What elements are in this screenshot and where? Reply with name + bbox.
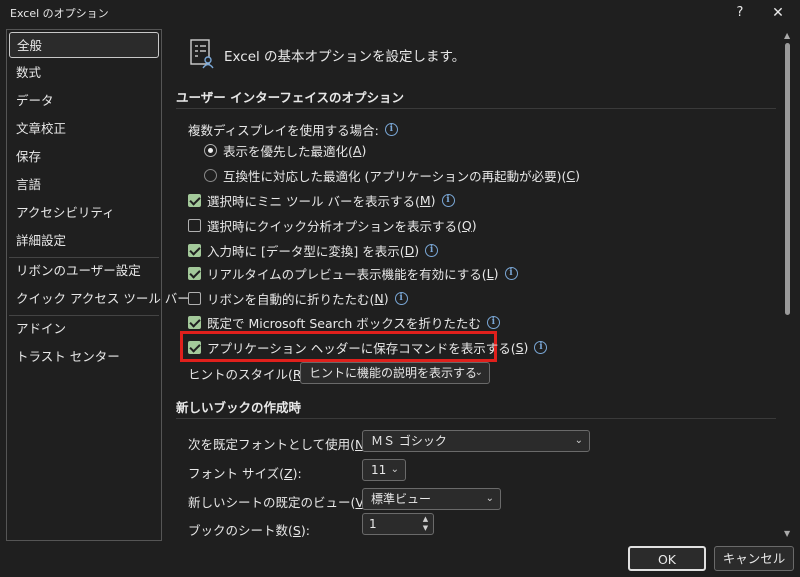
page-title: Excel の基本オプションを設定します。 bbox=[224, 49, 466, 65]
info-icon: i bbox=[441, 193, 455, 207]
checkbox-convert-data-type[interactable]: 入力時に [データ型に変換] を表示(D) i bbox=[188, 240, 439, 260]
sidebar-item-save[interactable]: 保存 bbox=[9, 144, 159, 170]
checkbox[interactable] bbox=[188, 193, 201, 207]
section-heading-new-book: 新しいブックの作成時 bbox=[176, 397, 776, 419]
scroll-down-icon[interactable]: ▼ bbox=[784, 529, 790, 538]
info-icon: i bbox=[425, 243, 439, 257]
ok-button[interactable]: OK bbox=[628, 546, 706, 571]
info-icon: i bbox=[394, 291, 408, 305]
cancel-button[interactable]: キャンセル bbox=[714, 546, 794, 571]
info-icon: i bbox=[384, 122, 398, 136]
sidebar-item-addins[interactable]: アドイン bbox=[9, 316, 159, 342]
section-heading-ui: ユーザー インターフェイスのオプション bbox=[176, 87, 776, 109]
sidebar-item-formulas[interactable]: 数式 bbox=[9, 60, 159, 86]
chevron-down-icon: ⌄ bbox=[574, 435, 583, 446]
chevron-down-icon: ⌄ bbox=[474, 367, 483, 378]
vertical-scrollbar[interactable]: ▲ ▼ bbox=[782, 29, 794, 541]
default-view-dropdown[interactable]: 標準ビュー ⌄ bbox=[362, 488, 501, 510]
checkbox-quick-analysis[interactable]: 選択時にクイック分析オプションを表示する(Q) bbox=[188, 215, 477, 235]
checkbox-collapse-search[interactable]: 既定で Microsoft Search ボックスを折りたたむ i bbox=[188, 312, 500, 332]
section-heading-new-book-label: 新しいブックの作成時 bbox=[176, 400, 302, 415]
sidebar-item-trust-center[interactable]: トラスト センター bbox=[9, 344, 159, 370]
info-icon: i bbox=[504, 266, 518, 280]
radio-optimize-appearance[interactable]: 表示を優先した最適化(A) bbox=[204, 140, 366, 160]
checkbox[interactable] bbox=[188, 315, 201, 329]
default-font-dropdown[interactable]: ＭＳ ゴシック ⌄ bbox=[362, 430, 590, 452]
checkbox[interactable] bbox=[188, 243, 201, 257]
checkbox-live-preview[interactable]: リアルタイムのプレビュー表示機能を有効にする(L) i bbox=[188, 263, 518, 283]
sidebar-item-proofing[interactable]: 文章校正 bbox=[9, 116, 159, 142]
chevron-down-icon: ⌄ bbox=[485, 493, 494, 504]
checkbox[interactable] bbox=[188, 218, 201, 232]
settings-list-icon bbox=[190, 39, 214, 69]
sidebar-item-language[interactable]: 言語 bbox=[9, 172, 159, 198]
help-button[interactable]: ? bbox=[729, 3, 751, 23]
checkbox[interactable] bbox=[188, 266, 201, 280]
scroll-up-icon[interactable]: ▲ bbox=[784, 31, 790, 40]
radio-optimize-compatibility[interactable]: 互換性に対応した最適化 (アプリケーションの再起動が必要)(C) bbox=[204, 165, 580, 185]
sidebar-item-advanced[interactable]: 詳細設定 bbox=[9, 228, 159, 254]
sidebar-item-accessibility[interactable]: アクセシビリティ bbox=[9, 200, 159, 226]
multi-display-label-row: 複数ディスプレイを使用する場合: i bbox=[188, 119, 398, 139]
category-sidebar: 全般 数式 データ 文章校正 保存 言語 アクセシビリティ 詳細設定 リボンのユ… bbox=[6, 29, 190, 541]
sidebar-item-quick-access-toolbar[interactable]: クイック アクセス ツール バー bbox=[9, 286, 190, 312]
font-size-dropdown[interactable]: 11 ⌄ bbox=[362, 459, 406, 481]
tooltip-style-label: ヒントのスタイル(R): bbox=[188, 367, 311, 382]
section-heading-ui-label: ユーザー インターフェイスのオプション bbox=[176, 90, 404, 105]
sidebar-item-customize-ribbon[interactable]: リボンのユーザー設定 bbox=[9, 258, 159, 284]
default-view-label: 新しいシートの既定のビュー(V): bbox=[188, 495, 373, 510]
tooltip-style-dropdown[interactable]: ヒントに機能の説明を表示する ⌄ bbox=[300, 362, 490, 384]
sidebar-item-data[interactable]: データ bbox=[9, 88, 159, 114]
checkbox[interactable] bbox=[188, 340, 201, 354]
chevron-down-icon: ⌄ bbox=[390, 464, 399, 475]
title-bar: Excel のオプション ? ✕ bbox=[0, 0, 800, 26]
scrollbar-thumb[interactable] bbox=[785, 43, 790, 315]
info-icon: i bbox=[486, 315, 500, 329]
default-font-label: 次を既定フォントとして使用(N): bbox=[188, 437, 373, 452]
options-panel: Excel の基本オプションを設定します。 ユーザー インターフェイスのオプショ… bbox=[162, 29, 782, 541]
close-button[interactable]: ✕ bbox=[767, 3, 789, 23]
font-size-label: フォント サイズ(Z): bbox=[188, 466, 302, 481]
radio-button[interactable] bbox=[204, 168, 217, 182]
spin-arrows-icon[interactable]: ▲ ▼ bbox=[421, 515, 430, 533]
multi-display-label: 複数ディスプレイを使用する場合: bbox=[188, 122, 379, 138]
info-icon: i bbox=[534, 340, 548, 354]
checkbox-show-save-command[interactable]: アプリケーション ヘッダーに保存コマンドを表示する(S) i bbox=[188, 337, 548, 357]
checkbox[interactable] bbox=[188, 291, 201, 305]
sheet-count-label: ブックのシート数(S): bbox=[188, 523, 310, 538]
checkbox-mini-toolbar[interactable]: 選択時にミニ ツール バーを表示する(M) i bbox=[188, 190, 455, 210]
radio-button[interactable] bbox=[204, 143, 217, 157]
window-title: Excel のオプション bbox=[10, 7, 109, 20]
sheet-count-stepper[interactable]: 1 ▲ ▼ bbox=[362, 513, 434, 535]
checkbox-collapse-ribbon[interactable]: リボンを自動的に折りたたむ(N) i bbox=[188, 288, 408, 308]
sidebar-item-general[interactable]: 全般 bbox=[9, 32, 159, 58]
